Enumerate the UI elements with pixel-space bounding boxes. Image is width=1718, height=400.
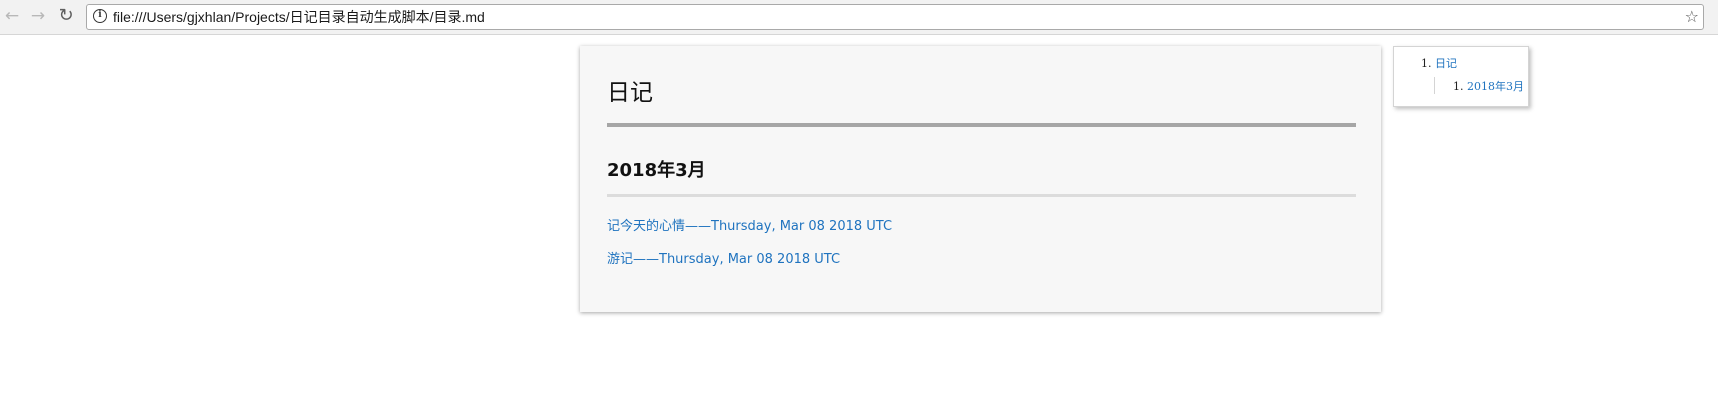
table-of-contents: 1. 日记 1. 2018年3月 [1393,46,1529,107]
url-text[interactable]: file:///Users/gjxhlan/Projects/日记目录自动生成脚… [113,9,485,26]
diary-entry-link[interactable]: 游记——Thursday, Mar 08 2018 UTC [607,251,840,269]
title-divider [607,123,1356,127]
section-divider [607,194,1356,197]
star-icon[interactable]: ☆ [1685,7,1699,27]
toc-link-title[interactable]: 日记 [1435,57,1457,70]
markdown-document-card: 日记 2018年3月 记今天的心情——Thursday, Mar 08 2018… [580,46,1381,312]
section-heading: 2018年3月 [607,160,706,181]
toc-subitem: 1. 2018年3月 [1453,80,1524,94]
info-icon[interactable]: i [93,9,107,23]
toc-subitem-number: 1. [1453,80,1464,93]
forward-arrow-icon[interactable]: → [28,6,48,26]
toc-item: 1. 日记 [1421,57,1457,71]
document-title: 日记 [607,80,653,106]
toc-link-section[interactable]: 2018年3月 [1467,80,1524,93]
address-bar[interactable]: i file:///Users/gjxhlan/Projects/日记目录自动生… [86,4,1704,30]
toc-item-number: 1. [1421,57,1432,70]
diary-entry-link[interactable]: 记今天的心情——Thursday, Mar 08 2018 UTC [607,218,892,236]
browser-toolbar: ← → ↻ i file:///Users/gjxhlan/Projects/日… [0,0,1718,35]
back-arrow-icon[interactable]: ← [2,6,22,26]
reload-icon[interactable]: ↻ [56,6,76,26]
toc-nesting-line [1434,77,1435,94]
